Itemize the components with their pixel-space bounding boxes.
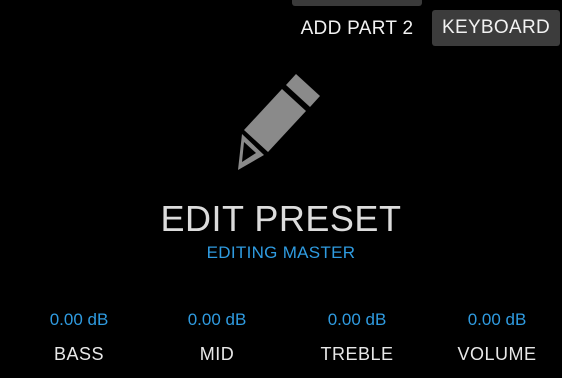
volume-label: VOLUME xyxy=(457,344,537,364)
page-title: EDIT PRESET xyxy=(160,198,402,239)
preset-screen: ADD PART 2 KEYBOARD EDIT PRESET EDITING … xyxy=(0,0,562,378)
eq-controls: 0.00 dB BASS 0.00 dB MID 0.00 dB TREBLE … xyxy=(0,300,562,378)
bass-control[interactable]: 0.00 dB BASS xyxy=(14,300,144,378)
keyboard-button[interactable]: KEYBOARD xyxy=(432,10,560,46)
mid-value: 0.00 dB xyxy=(187,310,247,329)
volume-value: 0.00 dB xyxy=(467,310,527,329)
volume-control[interactable]: 0.00 dB VOLUME xyxy=(432,300,562,378)
mid-control[interactable]: 0.00 dB MID xyxy=(152,300,282,378)
treble-value: 0.00 dB xyxy=(327,310,387,329)
bass-label: BASS xyxy=(53,344,105,364)
pencil-icon[interactable] xyxy=(230,70,326,174)
mid-label: MID xyxy=(199,344,235,364)
add-part-button[interactable]: ADD PART 2 xyxy=(290,11,424,47)
treble-control[interactable]: 0.00 dB TREBLE xyxy=(292,300,422,378)
top-tab-edge xyxy=(292,0,422,6)
bass-value: 0.00 dB xyxy=(49,310,109,329)
editing-status: EDITING MASTER xyxy=(206,243,356,262)
treble-label: TREBLE xyxy=(320,344,394,364)
